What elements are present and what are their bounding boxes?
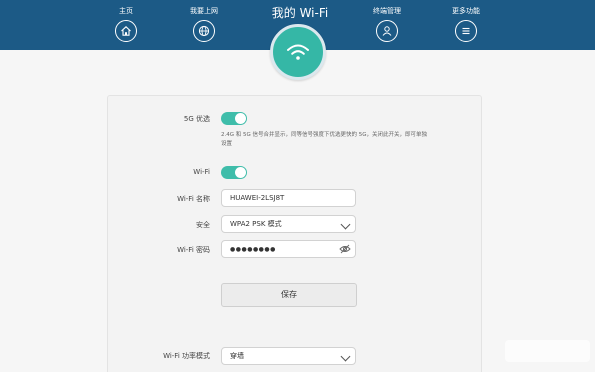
wifi-toggle[interactable] xyxy=(221,166,247,179)
nav-devices-label: 终端管理 xyxy=(373,7,401,15)
nav-internet-label: 我要上网 xyxy=(190,7,218,15)
globe-icon xyxy=(193,20,215,42)
security-select[interactable]: WPA2 PSK 模式 xyxy=(221,215,356,233)
home-icon xyxy=(115,20,137,42)
five-g-description: 2.4G 和 5G 信号合并显示，同等信号强度下优选更快的 5G，关闭此开关，即… xyxy=(221,132,428,147)
nav-home[interactable]: 主页 xyxy=(86,6,166,42)
five-g-toggle[interactable] xyxy=(221,112,247,125)
security-selected-value: WPA2 PSK 模式 xyxy=(230,220,282,228)
power-mode-selected-value: 穿墙 xyxy=(230,352,244,360)
five-g-label: 5G 优选 xyxy=(183,115,210,123)
wifi-icon xyxy=(287,44,309,60)
security-label: 安全 xyxy=(196,221,210,229)
menu-icon xyxy=(455,20,477,42)
watermark xyxy=(505,340,590,362)
power-mode-label: Wi-Fi 功率模式 xyxy=(163,352,210,360)
page-title: 我的 Wi-Fi xyxy=(271,6,329,20)
password-label: Wi-Fi 密码 xyxy=(177,246,210,254)
ssid-input[interactable]: HUAWEI-2LSJ8T xyxy=(221,189,356,207)
nav-internet[interactable]: 我要上网 xyxy=(164,6,244,42)
wifi-label: Wi-Fi xyxy=(193,168,210,176)
ssid-label: Wi-Fi 名称 xyxy=(177,195,210,203)
toggle-knob xyxy=(235,113,246,124)
user-icon xyxy=(376,20,398,42)
power-mode-select[interactable]: 穿墙 xyxy=(221,347,356,365)
password-masked-value: ●●●●●●●● xyxy=(230,246,276,253)
chevron-down-icon xyxy=(340,219,351,230)
password-input[interactable]: ●●●●●●●● xyxy=(221,240,356,258)
eye-icon[interactable] xyxy=(339,244,351,260)
save-button[interactable]: 保存 xyxy=(221,283,357,307)
nav-my-wifi[interactable] xyxy=(270,24,326,80)
nav-home-label: 主页 xyxy=(119,7,133,15)
toggle-knob xyxy=(235,167,246,178)
chevron-down-icon xyxy=(340,351,351,362)
nav-more-label: 更多功能 xyxy=(452,7,480,15)
nav-devices[interactable]: 终端管理 xyxy=(347,6,427,42)
nav-more[interactable]: 更多功能 xyxy=(426,6,506,42)
